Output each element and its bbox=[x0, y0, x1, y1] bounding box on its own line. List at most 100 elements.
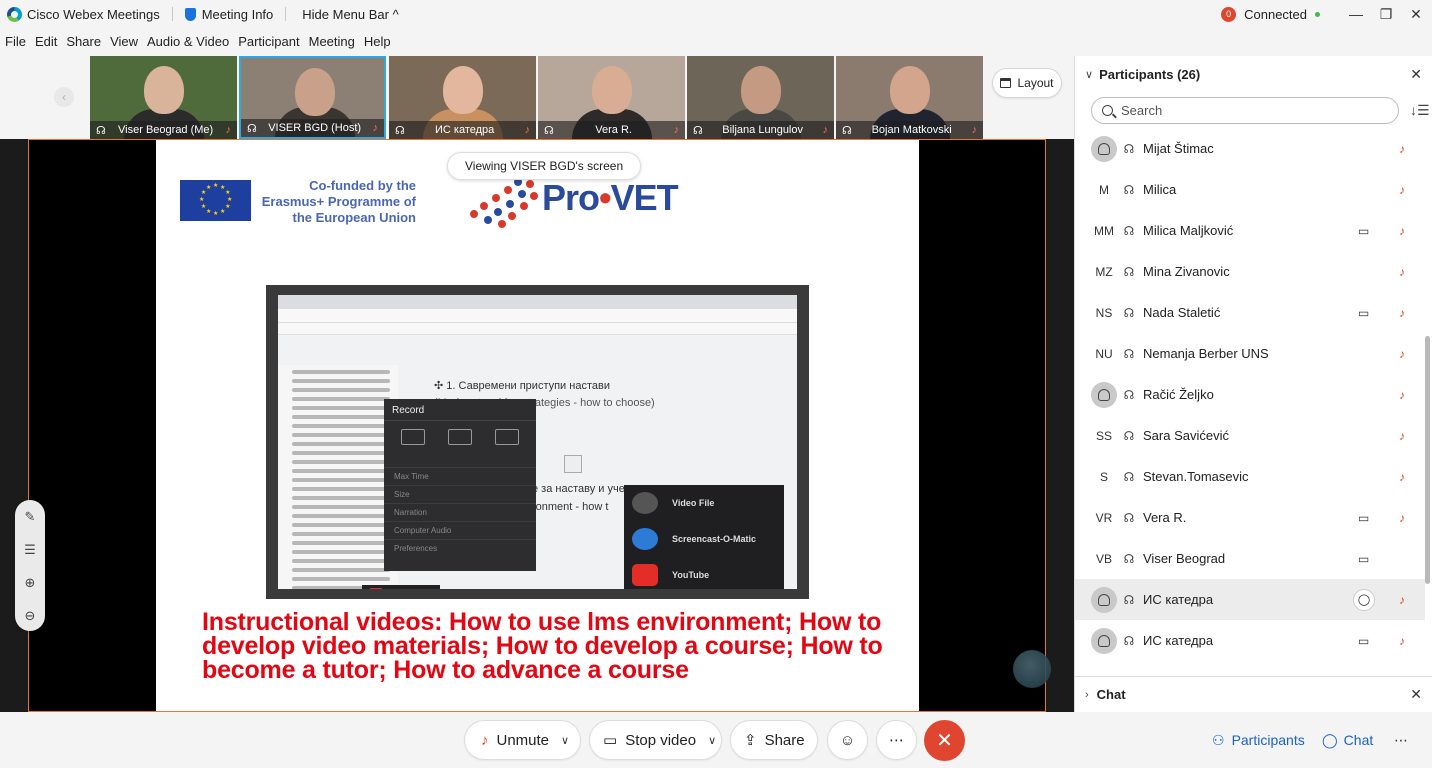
hide-menu-bar-button[interactable]: Hide Menu Bar ^ bbox=[302, 7, 398, 22]
close-chat-icon[interactable]: ✕ bbox=[1410, 686, 1422, 703]
participant-name: ИС катедра bbox=[1143, 633, 1214, 648]
shared-screen-area: ★ ★ ★ ★ ★ ★ ★ ★ ★ ★ ★ ★ Co-funded by the Erasmus+ P… bbox=[0, 139, 1074, 712]
participant-row[interactable]: ☊ Račić Željko ♪ bbox=[1075, 374, 1425, 415]
participants-header[interactable]: ∨ Participants (26) bbox=[1075, 56, 1432, 92]
thumbnail-name: Vera R. bbox=[595, 124, 632, 136]
participant-video-thumbnail[interactable]: ☊ Bojan Matkovski ♪ bbox=[836, 56, 983, 139]
menu-share[interactable]: Share bbox=[66, 34, 101, 49]
participant-row[interactable]: VR ☊ Vera R. ▭ ♪ bbox=[1075, 497, 1425, 538]
muted-mic-icon[interactable]: ♪ bbox=[1399, 347, 1405, 361]
scrollbar[interactable] bbox=[1425, 336, 1430, 584]
avatar-initials: MZ bbox=[1095, 264, 1113, 279]
unmute-button[interactable]: ♪ Unmute ∨ bbox=[464, 720, 581, 760]
muted-mic-icon[interactable]: ♪ bbox=[1399, 183, 1405, 197]
menu-audio-video[interactable]: Audio & Video bbox=[147, 34, 229, 49]
participant-row[interactable]: NS ☊ Nada Staletić ▭ ♪ bbox=[1075, 292, 1425, 333]
video-on-icon: ▭ bbox=[1358, 223, 1370, 238]
muted-mic-icon[interactable]: ♪ bbox=[1399, 634, 1405, 648]
zoom-out-icon[interactable]: ⊖ bbox=[15, 599, 45, 632]
stop-video-button[interactable]: ▭ Stop video ∨ bbox=[589, 720, 722, 760]
menu-view[interactable]: View bbox=[110, 34, 138, 49]
sort-icon[interactable]: ↓☰ bbox=[1410, 102, 1430, 119]
participant-video-thumbnail[interactable]: ☊ ИС катедра ♪ bbox=[389, 56, 536, 139]
video-option: Video File bbox=[672, 498, 715, 508]
participant-search-input[interactable]: Search bbox=[1091, 97, 1399, 124]
participants-panel-button[interactable]: ⚇ Participants bbox=[1212, 722, 1305, 758]
participant-video-thumbnail[interactable]: ☊ Vera R. ♪ bbox=[538, 56, 685, 139]
lms-sidebar bbox=[278, 365, 398, 589]
participant-row[interactable]: MM ☊ Milica Maljković ▭ ♪ bbox=[1075, 210, 1425, 251]
close-participants-icon[interactable]: ✕ bbox=[1410, 66, 1422, 83]
menu-meeting[interactable]: Meeting bbox=[309, 34, 355, 49]
chat-header[interactable]: › Chat bbox=[1075, 676, 1432, 712]
annotation-toolbar: ✎ ☰ ⊕ ⊖ bbox=[15, 500, 45, 631]
chevron-down-icon[interactable]: ∨ bbox=[561, 734, 569, 747]
strip-prev-button[interactable]: ‹ bbox=[54, 87, 74, 107]
end-meeting-button[interactable]: ✕ bbox=[924, 720, 965, 761]
record-row: Narration bbox=[384, 503, 536, 521]
participant-row[interactable]: S ☊ Stevan.Tomasevic ♪ bbox=[1075, 456, 1425, 497]
screen-mode-icon bbox=[401, 429, 426, 445]
more-icon: ⋯ bbox=[889, 732, 904, 749]
headset-icon: ☊ bbox=[1123, 346, 1135, 361]
smiley-icon: ☺ bbox=[839, 731, 856, 749]
video-camera-icon: ▭ bbox=[603, 732, 618, 749]
logo-dot bbox=[484, 216, 492, 224]
more-options-button[interactable]: ⋯ bbox=[876, 720, 917, 760]
muted-mic-icon[interactable]: ♪ bbox=[1399, 224, 1405, 238]
muted-mic-icon: ♪ bbox=[225, 124, 232, 136]
menu-edit[interactable]: Edit bbox=[35, 34, 57, 49]
remote-control-icon[interactable]: ☰ bbox=[15, 533, 45, 566]
muted-mic-icon[interactable]: ♪ bbox=[1399, 593, 1405, 607]
participant-row[interactable]: M ☊ Milica ♪ bbox=[1075, 169, 1425, 210]
share-button[interactable]: ⇪ Share bbox=[730, 720, 818, 760]
close-window-button[interactable]: ✕ bbox=[1402, 6, 1430, 23]
zoom-in-icon[interactable]: ⊕ bbox=[15, 566, 45, 599]
video-on-icon: ▭ bbox=[1358, 510, 1370, 525]
menu-file[interactable]: File bbox=[5, 34, 26, 49]
person-icon: ⚇ bbox=[1212, 731, 1225, 748]
participant-row[interactable]: MZ ☊ Mina Zivanovic ♪ bbox=[1075, 251, 1425, 292]
annotate-pen-icon[interactable]: ✎ bbox=[15, 500, 45, 533]
participant-video-thumbnail[interactable]: ☊ Biljana Lungulov ♪ bbox=[687, 56, 834, 139]
participant-row[interactable]: ☊ ИС катедра ◯ ♪ bbox=[1075, 579, 1425, 620]
chat-title: Chat bbox=[1096, 687, 1126, 702]
eu-star-icon: ★ bbox=[225, 190, 231, 196]
participant-row[interactable]: ☊ ИС катедра ▭ ♪ bbox=[1075, 620, 1425, 661]
headset-icon: ☊ bbox=[1123, 510, 1135, 525]
chat-with-participant-icon[interactable]: ◯ bbox=[1353, 588, 1375, 611]
chevron-down-icon[interactable]: ∨ bbox=[708, 734, 716, 747]
participant-row[interactable]: ☊ Mijat Štimac ♪ bbox=[1075, 128, 1425, 169]
webex-logo-icon bbox=[7, 6, 22, 22]
participant-row[interactable]: NU ☊ Nemanja Berber UNS ♪ bbox=[1075, 333, 1425, 374]
muted-mic-icon[interactable]: ♪ bbox=[1399, 265, 1405, 279]
participant-row[interactable]: VB ☊ Viser Beograd ▭ bbox=[1075, 538, 1425, 579]
video-strip: ‹ ☊ Viser Beograd (Me) ♪ ☊ VISER BGD (Host) ♪… bbox=[0, 56, 1074, 139]
layout-button[interactable]: Layout bbox=[992, 68, 1062, 98]
meeting-controls: ♪ Unmute ∨ ▭ Stop video ∨ ⇪ Share ☺ ⋯ ✕ … bbox=[0, 712, 1432, 768]
muted-mic-icon[interactable]: ♪ bbox=[1399, 388, 1405, 402]
participant-name: Viser Beograd bbox=[1143, 551, 1226, 566]
panel-more-button[interactable]: ⋯ bbox=[1394, 722, 1408, 758]
restore-button[interactable]: ❐ bbox=[1372, 6, 1400, 23]
muted-mic-icon[interactable]: ♪ bbox=[1399, 470, 1405, 484]
participant-video-thumbnail[interactable]: ☊ Viser Beograd (Me) ♪ bbox=[90, 56, 237, 139]
muted-mic-icon[interactable]: ♪ bbox=[1399, 511, 1405, 525]
menu-participant[interactable]: Participant bbox=[238, 34, 299, 49]
reactions-button[interactable]: ☺ bbox=[827, 720, 868, 760]
muted-mic-icon: ♪ bbox=[673, 124, 680, 136]
meeting-info-button[interactable]: Meeting Info bbox=[202, 7, 274, 22]
participant-row[interactable]: SS ☊ Sara Savićević ♪ bbox=[1075, 415, 1425, 456]
muted-mic-icon[interactable]: ♪ bbox=[1399, 306, 1405, 320]
avatar-placeholder-icon bbox=[1091, 381, 1117, 408]
title-bar: Cisco Webex Meetings Meeting Info Hide M… bbox=[0, 0, 1432, 28]
muted-mic-icon: ♪ bbox=[481, 731, 489, 749]
muted-mic-icon[interactable]: ♪ bbox=[1399, 142, 1405, 156]
film-reel-icon bbox=[632, 492, 658, 514]
muted-mic-icon[interactable]: ♪ bbox=[1399, 429, 1405, 443]
minimize-button[interactable]: — bbox=[1342, 6, 1370, 22]
menu-help[interactable]: Help bbox=[364, 34, 391, 49]
chat-panel-button[interactable]: ◯ Chat bbox=[1322, 722, 1373, 758]
participant-video-thumbnail[interactable]: ☊ VISER BGD (Host) ♪ bbox=[239, 56, 386, 139]
video-output-popup: Video File Screencast-O-Matic YouTube bbox=[624, 485, 784, 589]
